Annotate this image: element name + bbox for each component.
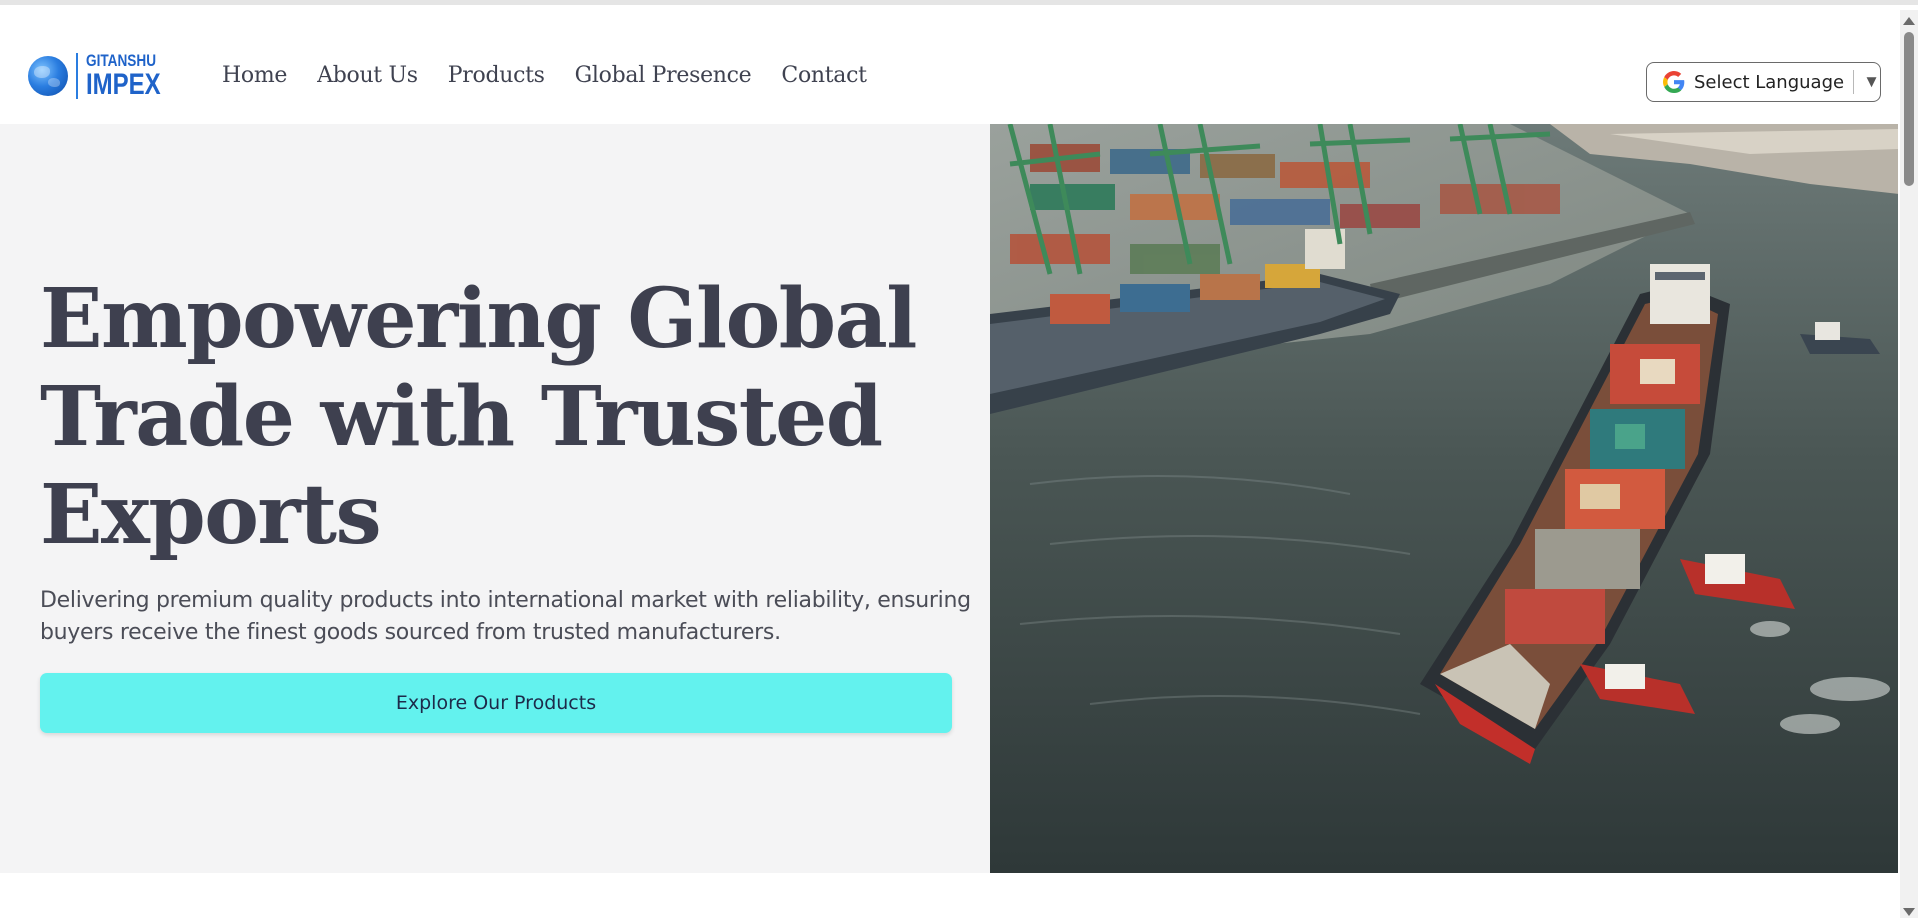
language-select-separator	[1853, 70, 1855, 94]
nav-contact[interactable]: Contact	[781, 63, 867, 88]
page-scrollbar[interactable]	[1900, 10, 1918, 918]
scroll-up-icon[interactable]	[1903, 17, 1915, 25]
main-nav: Home About Us Products Global Presence C…	[222, 63, 867, 88]
page: GITANSHU IMPEX Home About Us Products Gl…	[0, 0, 1918, 918]
hero-subtitle: Delivering premium quality products into…	[40, 588, 971, 645]
hero-image	[989, 124, 1898, 873]
logo-divider	[76, 53, 78, 99]
explore-products-button[interactable]: Explore Our Products	[40, 673, 952, 733]
google-icon	[1663, 71, 1685, 93]
globe-icon	[28, 56, 68, 96]
hero-title: Empowering Global Trade with Trusted Exp…	[40, 271, 917, 563]
language-select[interactable]: Select Language ▼	[1646, 62, 1881, 102]
nav-about-us[interactable]: About Us	[317, 63, 418, 88]
hero-content: Empowering Global Trade with Trusted Exp…	[0, 124, 990, 873]
logo-bottom-text: IMPEX	[86, 68, 161, 101]
scroll-thumb[interactable]	[1904, 32, 1914, 186]
port-ship-illustration	[989, 124, 1898, 873]
nav-home[interactable]: Home	[222, 63, 287, 88]
site-header: GITANSHU IMPEX Home About Us Products Gl…	[0, 10, 1898, 124]
hero-section: Empowering Global Trade with Trusted Exp…	[0, 124, 1898, 873]
logo[interactable]: GITANSHU IMPEX	[28, 52, 179, 100]
nav-products[interactable]: Products	[448, 63, 545, 88]
scroll-down-icon[interactable]	[1903, 908, 1915, 916]
logo-top-text: GITANSHU	[86, 51, 157, 70]
language-select-label: Select Language	[1694, 71, 1845, 93]
logo-text: GITANSHU IMPEX	[86, 52, 179, 100]
chevron-down-icon: ▼	[1863, 72, 1880, 91]
nav-global-presence[interactable]: Global Presence	[575, 63, 752, 88]
